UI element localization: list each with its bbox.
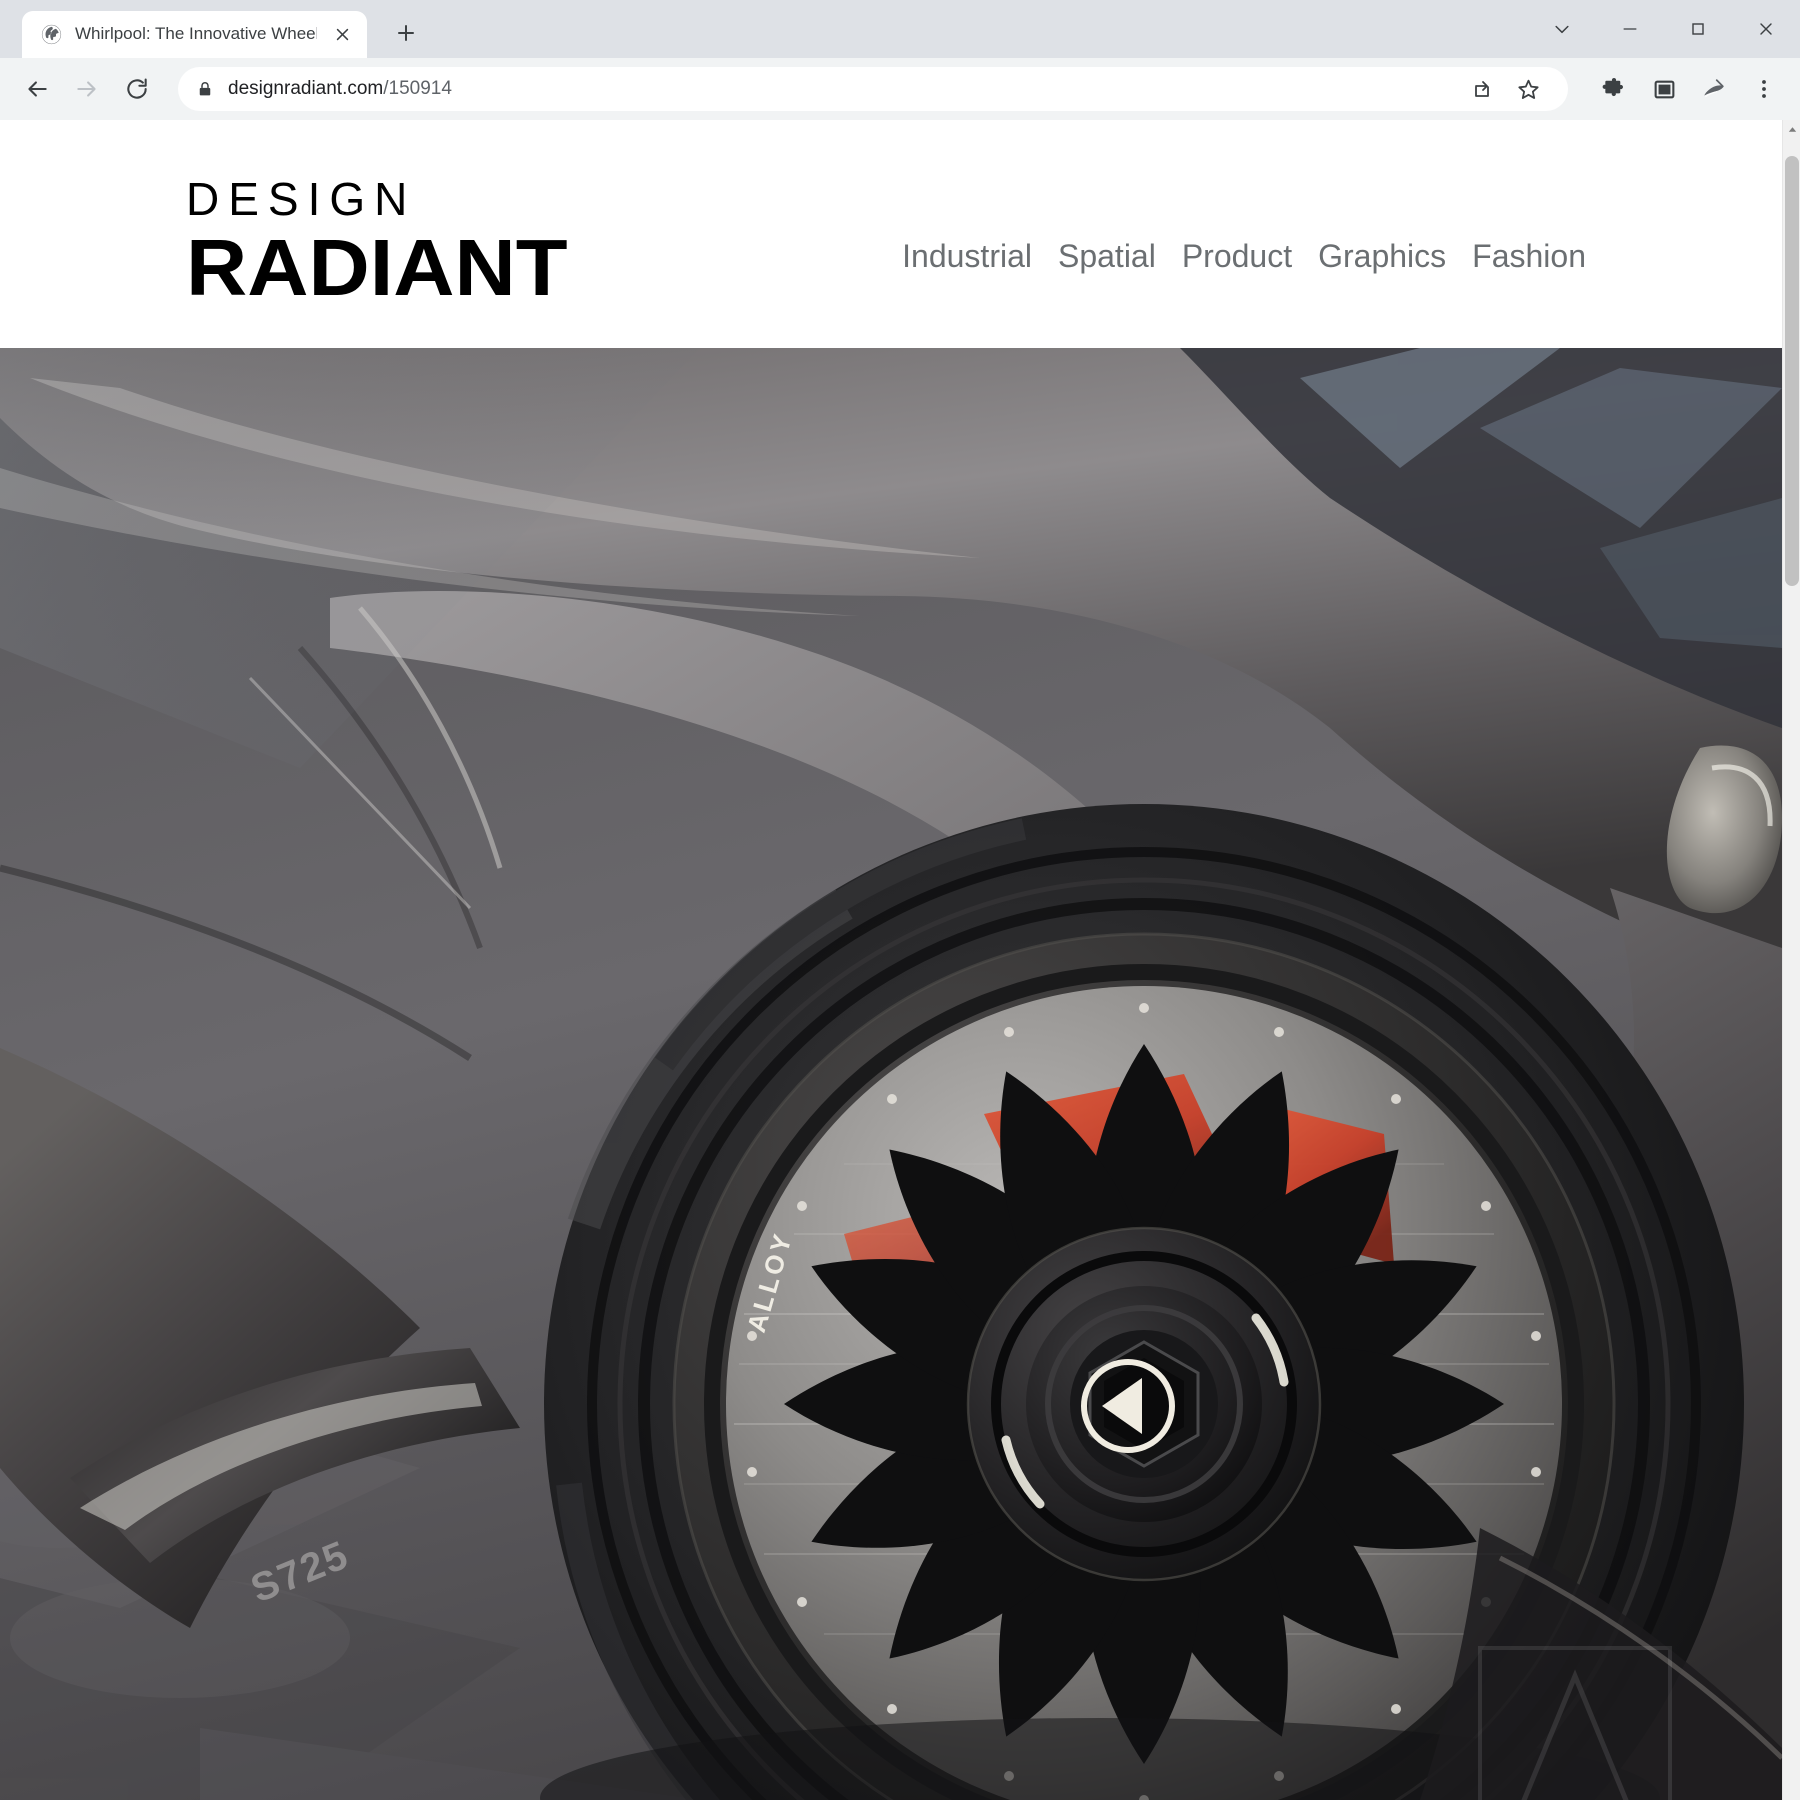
toolbar-extension-icons — [1582, 67, 1786, 111]
lock-icon — [196, 80, 214, 98]
caret-up-icon[interactable] — [1783, 120, 1800, 138]
minimize-button[interactable] — [1596, 0, 1664, 58]
scrollbar-thumb[interactable] — [1785, 156, 1799, 586]
share-icon[interactable] — [1460, 67, 1504, 111]
profile-avatar-icon[interactable] — [1692, 67, 1736, 111]
browser-window: Whirlpool: The Innovative Wheel designra… — [0, 0, 1800, 1800]
site-logo[interactable]: DESIGN RADIANT — [186, 173, 568, 308]
nav-item-industrial[interactable]: Industrial — [902, 238, 1032, 275]
logo-line-radiant: RADIANT — [186, 223, 568, 312]
address-bar[interactable]: designradiant.com/150914 — [178, 67, 1568, 111]
url-path: /150914 — [383, 78, 452, 99]
tab-search-button[interactable] — [1528, 0, 1596, 58]
maximize-button[interactable] — [1664, 0, 1732, 58]
window-controls — [1528, 0, 1800, 58]
nav-item-product[interactable]: Product — [1182, 238, 1292, 275]
omnibox-actions — [1460, 67, 1550, 111]
back-arrow-icon[interactable] — [14, 66, 60, 112]
nav-item-spatial[interactable]: Spatial — [1058, 238, 1156, 275]
side-panel-icon[interactable] — [1642, 67, 1686, 111]
close-window-button[interactable] — [1732, 0, 1800, 58]
nav-item-fashion[interactable]: Fashion — [1472, 238, 1586, 275]
tab-strip: Whirlpool: The Innovative Wheel — [0, 0, 1800, 58]
page-scrollbar[interactable] — [1782, 120, 1800, 1800]
site-header: DESIGN RADIANT Industrial Spatial Produc… — [0, 120, 1782, 348]
forward-arrow-icon[interactable] — [64, 66, 110, 112]
page-viewport: DESIGN RADIANT Industrial Spatial Produc… — [0, 120, 1800, 1800]
url-text: designradiant.com/150914 — [228, 78, 452, 100]
close-icon[interactable] — [329, 22, 355, 48]
browser-tab[interactable]: Whirlpool: The Innovative Wheel — [22, 11, 367, 58]
globe-icon — [40, 23, 63, 46]
reload-icon[interactable] — [114, 66, 160, 112]
browser-toolbar: designradiant.com/150914 — [0, 58, 1800, 120]
star-icon[interactable] — [1506, 67, 1550, 111]
logo-line-design: DESIGN — [186, 173, 417, 225]
hero-illustration: S725 ALLOY — [0, 348, 1782, 1800]
hero-image: S725 ALLOY — [0, 348, 1782, 1800]
new-tab-button[interactable] — [389, 16, 423, 50]
three-dot-menu-icon[interactable] — [1742, 67, 1786, 111]
nav-item-graphics[interactable]: Graphics — [1318, 238, 1446, 275]
web-page: DESIGN RADIANT Industrial Spatial Produc… — [0, 120, 1782, 1800]
puzzle-icon[interactable] — [1592, 67, 1636, 111]
site-navigation: Industrial Spatial Product Graphics Fash… — [902, 238, 1586, 275]
tab-title: Whirlpool: The Innovative Wheel — [75, 24, 317, 44]
url-domain: designradiant.com — [228, 78, 384, 99]
